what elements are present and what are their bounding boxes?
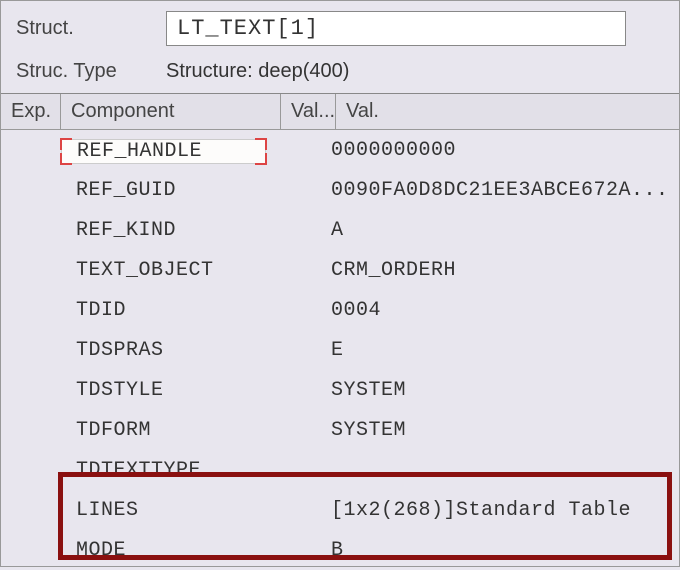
structure-table: Exp. Component Val... Val. REF_HANDLE 00… [1, 93, 679, 570]
struct-row: Struct. [1, 1, 679, 56]
table-row[interactable]: MODE B [1, 530, 679, 570]
value-cell: 0004 [321, 299, 679, 322]
table-row[interactable]: REF_GUID 0090FA0D8DC21EE3ABCE672A... [1, 170, 679, 210]
value-cell: A [321, 219, 679, 242]
component-cell: TDSPRAS [61, 339, 266, 362]
type-row: Struc. Type Structure: deep(400) [1, 56, 679, 93]
component-cell: TEXT_OBJECT [61, 259, 266, 282]
component-cell: REF_KIND [61, 219, 266, 242]
component-cell: TDID [61, 299, 266, 322]
col-header-component[interactable]: Component [61, 94, 281, 129]
value-cell: [1x2(268)]Standard Table [321, 499, 679, 522]
type-label: Struc. Type [16, 60, 146, 83]
value-cell: SYSTEM [321, 379, 679, 402]
struct-label: Struct. [16, 17, 146, 40]
value-cell: CRM_ORDERH [321, 259, 679, 282]
component-cell: TDTEXTTYPE [61, 459, 266, 482]
component-cell: LINES [61, 499, 266, 522]
table-row[interactable]: TDID 0004 [1, 290, 679, 330]
value-cell: SYSTEM [321, 419, 679, 442]
component-cell: REF_GUID [61, 179, 266, 202]
col-header-val2[interactable]: Val. [336, 94, 679, 129]
type-value: Structure: deep(400) [166, 60, 349, 83]
column-headers: Exp. Component Val... Val. [1, 94, 679, 130]
value-cell: B [321, 539, 679, 562]
table-row[interactable]: REF_KIND A [1, 210, 679, 250]
table-row[interactable]: TDSPRAS E [1, 330, 679, 370]
component-cell-input[interactable]: REF_HANDLE [61, 139, 266, 164]
value-cell: 0090FA0D8DC21EE3ABCE672A... [321, 179, 679, 202]
struct-input[interactable] [166, 11, 626, 46]
col-header-val1[interactable]: Val... [281, 94, 336, 129]
component-cell: MODE [61, 539, 266, 562]
table-row[interactable]: LINES [1x2(268)]Standard Table [1, 490, 679, 530]
table-row[interactable]: REF_HANDLE 0000000000 [1, 130, 679, 170]
table-row[interactable]: TDFORM SYSTEM [1, 410, 679, 450]
component-cell: TDSTYLE [61, 379, 266, 402]
table-row[interactable]: TEXT_OBJECT CRM_ORDERH [1, 250, 679, 290]
col-header-exp[interactable]: Exp. [1, 94, 61, 129]
value-cell: E [321, 339, 679, 362]
table-row[interactable]: TDTEXTTYPE [1, 450, 679, 490]
table-row[interactable]: TDSTYLE SYSTEM [1, 370, 679, 410]
component-cell: TDFORM [61, 419, 266, 442]
value-cell: 0000000000 [321, 139, 679, 162]
